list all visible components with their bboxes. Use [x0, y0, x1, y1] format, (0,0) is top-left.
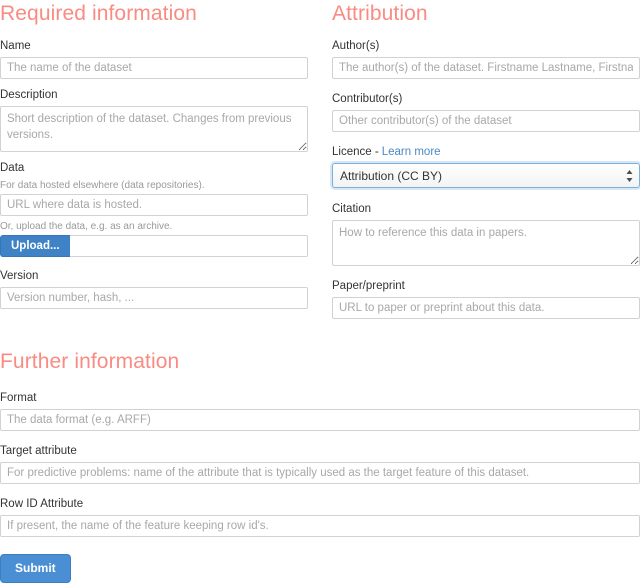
- description-textarea[interactable]: [0, 106, 308, 152]
- further-information-heading: Further information: [0, 350, 640, 374]
- row-id-attribute-input[interactable]: [0, 515, 640, 537]
- required-information-heading: Required information: [0, 2, 308, 26]
- attribution-heading: Attribution: [332, 2, 640, 26]
- paper-label: Paper/preprint: [332, 279, 640, 294]
- submit-row: Submit: [0, 554, 640, 583]
- licence-learn-more-link[interactable]: Learn more: [382, 146, 441, 158]
- name-label: Name: [0, 39, 308, 54]
- authors-label: Author(s): [332, 39, 640, 54]
- format-field-group: Format: [0, 391, 640, 431]
- description-label: Description: [0, 88, 308, 103]
- upload-button[interactable]: Upload...: [0, 235, 70, 257]
- name-field-group: Name: [0, 39, 308, 79]
- citation-textarea[interactable]: [332, 220, 640, 266]
- citation-field-group: Citation: [332, 202, 640, 266]
- contributors-label: Contributor(s): [332, 92, 640, 107]
- data-field-group: Data For data hosted elsewhere (data rep…: [0, 161, 308, 257]
- citation-label: Citation: [332, 202, 640, 217]
- format-label: Format: [0, 391, 640, 406]
- licence-label: Licence -: [332, 146, 379, 158]
- row-id-attribute-label: Row ID Attribute: [0, 497, 640, 512]
- format-input[interactable]: [0, 409, 640, 431]
- upload-filename-display[interactable]: [70, 235, 308, 257]
- submit-button[interactable]: Submit: [0, 554, 71, 583]
- data-label: Data: [0, 161, 308, 176]
- description-field-group: Description: [0, 88, 308, 152]
- licence-select[interactable]: Attribution (CC BY): [332, 163, 640, 188]
- authors-field-group: Author(s): [332, 39, 640, 79]
- data-url-help-text: For data hosted elsewhere (data reposito…: [0, 179, 308, 192]
- licence-field-group: Licence - Learn more Attribution (CC BY): [332, 145, 640, 188]
- version-label: Version: [0, 269, 308, 284]
- attribution-section: Attribution Author(s) Contributor(s) Lic…: [332, 2, 640, 328]
- authors-input[interactable]: [332, 57, 640, 79]
- target-attribute-field-group: Target attribute: [0, 444, 640, 484]
- contributors-field-group: Contributor(s): [332, 92, 640, 132]
- required-information-section: Required information Name Description Da…: [0, 2, 308, 318]
- target-attribute-input[interactable]: [0, 462, 640, 484]
- version-input[interactable]: [0, 287, 308, 309]
- row-id-attribute-field-group: Row ID Attribute: [0, 497, 640, 537]
- further-information-section: Further information Format Target attrib…: [0, 350, 640, 583]
- paper-field-group: Paper/preprint: [332, 279, 640, 319]
- name-input[interactable]: [0, 57, 308, 79]
- upload-input-group: Upload...: [0, 235, 308, 257]
- dataset-upload-form: Required information Name Description Da…: [0, 0, 640, 584]
- version-field-group: Version: [0, 269, 308, 309]
- contributors-input[interactable]: [332, 110, 640, 132]
- paper-input[interactable]: [332, 297, 640, 319]
- licence-select-wrap: Attribution (CC BY): [332, 163, 640, 188]
- target-attribute-label: Target attribute: [0, 444, 640, 459]
- data-url-input[interactable]: [0, 194, 308, 216]
- data-upload-help-text: Or, upload the data, e.g. as an archive.: [0, 220, 308, 233]
